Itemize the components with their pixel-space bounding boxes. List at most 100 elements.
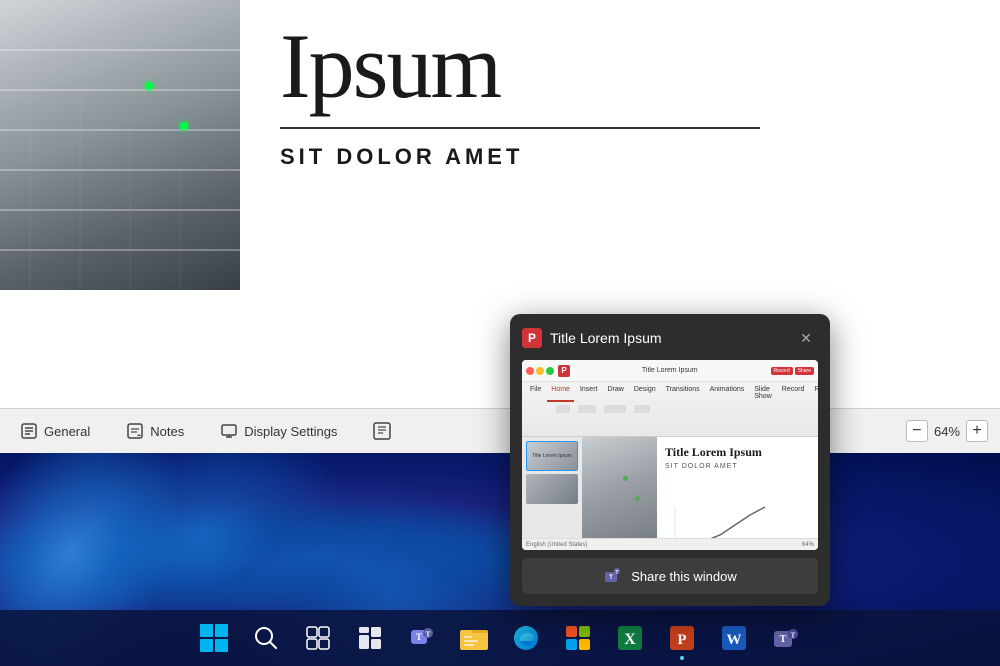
file-explorer-icon [458,622,490,654]
thumbnail-popup: P Title Lorem Ipsum ✕ P Title Lorem Ipsu… [510,314,830,606]
store-icon [562,622,594,654]
led-dot-1 [145,82,153,90]
general-button[interactable]: General [12,418,98,444]
mini-tab-file: File [526,384,545,402]
notes-icon [126,422,144,440]
svg-text:T: T [416,632,422,642]
mini-tab-record: Record [778,384,809,402]
mini-led-1 [623,476,628,481]
mini-tab-insert: Insert [576,384,602,402]
mini-tab-transitions: Transitions [662,384,704,402]
taskbar-teams-chat-button[interactable]: T T [398,614,446,662]
teams-share-icon: T T [603,566,623,586]
share-button-label: Share this window [631,569,737,584]
taskbar-start-button[interactable] [190,614,238,662]
zoom-minus-button[interactable]: − [906,420,928,442]
svg-text:W: W [727,632,742,648]
mini-ribbon-btn-2 [556,405,570,413]
general-label: General [44,424,90,439]
taskbar-widgets-button[interactable] [346,614,394,662]
mini-led-2 [635,496,640,501]
svg-text:T: T [616,570,619,576]
taskbar-powerpoint-button[interactable]: P [658,614,706,662]
thumbnail-header: P Title Lorem Ipsum ✕ [522,326,818,350]
mini-titlebar: P Title Lorem Ipsum Record Share [522,360,818,382]
notes-button[interactable]: Notes [118,418,192,444]
general-icon [20,422,38,440]
svg-text:T: T [426,631,431,639]
zoom-controls: − 64% + [906,420,988,442]
excel-icon: X [614,622,646,654]
mini-slide-subtitle: SIT DOLOR AMET [665,463,810,470]
slide-subtitle: SIT DOLOR AMET [280,144,523,170]
slide-text-area: Ipsum SIT DOLOR AMET [240,0,1000,190]
taskbar-store-button[interactable] [554,614,602,662]
mini-slide-area: Title Lorem Ipsum [522,437,818,550]
windows-logo-icon [200,624,228,652]
taskbar-file-explorer-button[interactable] [450,614,498,662]
mini-ppt-icon: P [558,365,570,377]
taskbar-word-button[interactable]: W [710,614,758,662]
mini-tab-review: Review [810,384,818,402]
mini-title-text: Title Lorem Ipsum [573,367,767,374]
mini-status-text: English (United States) [526,542,587,548]
mini-tab-animations: Animations [706,384,749,402]
mini-record-button: Record [771,367,793,375]
widgets-icon [354,622,386,654]
svg-text:T: T [609,575,613,581]
mini-ribbon-btn-5 [634,405,650,413]
title-divider [280,127,760,129]
led-dot-2 [180,122,188,130]
word-icon: W [718,622,750,654]
mini-slide-main-title: Title Lorem Ipsum [665,445,810,459]
reading-view-icon [373,422,391,440]
thumbnail-close-button[interactable]: ✕ [794,326,818,350]
reading-view-button[interactable] [365,418,399,444]
mini-tab-design: Design [630,384,660,402]
display-settings-icon [220,422,238,440]
teams-chat-icon: T T [406,622,438,654]
notes-label: Notes [150,424,184,439]
powerpoint-icon: P [666,622,698,654]
mini-share-btn-small: Share [795,367,814,375]
mini-tab-home: Home [547,384,574,402]
display-settings-button[interactable]: Display Settings [212,418,345,444]
display-settings-label: Display Settings [244,424,337,439]
slide-area: Ipsum SIT DOLOR AMET [0,0,1000,410]
mini-tab-draw: Draw [603,384,627,402]
mini-ribbon-btn-4 [604,405,626,413]
thumbnail-app-icon: P [522,328,542,348]
mini-slide-content: Title Lorem Ipsum SIT DOLOR AMET [657,437,818,550]
mini-ribbon-content [522,402,818,416]
search-icon [250,622,282,654]
mini-main-slide: Title Lorem Ipsum SIT DOLOR AMET [582,437,818,550]
taskbar-excel-button[interactable]: X [606,614,654,662]
mini-ribbon-btn-1 [528,404,548,414]
taskbar-search-button[interactable] [242,614,290,662]
taskbar-teams-button[interactable]: T T [762,614,810,662]
zoom-level: 64% [934,424,960,439]
zoom-area: − 64% + [906,420,988,442]
svg-text:T: T [791,632,796,640]
edge-icon [510,622,542,654]
thumbnail-preview[interactable]: P Title Lorem Ipsum Record Share File Ho… [522,360,818,550]
slide-main-title: Ipsum [280,20,500,112]
mini-slide-thumb-1: Title Lorem Ipsum [526,441,578,471]
share-this-window-button[interactable]: T T Share this window [522,558,818,594]
taskbar-edge-button[interactable] [502,614,550,662]
mini-zoom-text: 64% [802,542,814,548]
taskbar-task-view-button[interactable] [294,614,342,662]
slide-image [0,0,240,290]
mini-slide-panel: Title Lorem Ipsum [522,437,582,550]
mini-tab-slideshow: Slide Show [750,384,776,402]
zoom-plus-button[interactable]: + [966,420,988,442]
teams-icon: T T [770,622,802,654]
mini-ribbon: File Home Insert Draw Design Transitions… [522,382,818,437]
mini-ribbon-tabs: File Home Insert Draw Design Transitions… [522,382,818,402]
taskbar: T T [0,610,1000,666]
mini-ribbon-btn-3 [578,405,596,413]
task-view-icon [302,622,334,654]
svg-text:P: P [677,632,686,648]
thumbnail-title: Title Lorem Ipsum [550,330,786,346]
mini-slide-thumb-2 [526,474,578,504]
